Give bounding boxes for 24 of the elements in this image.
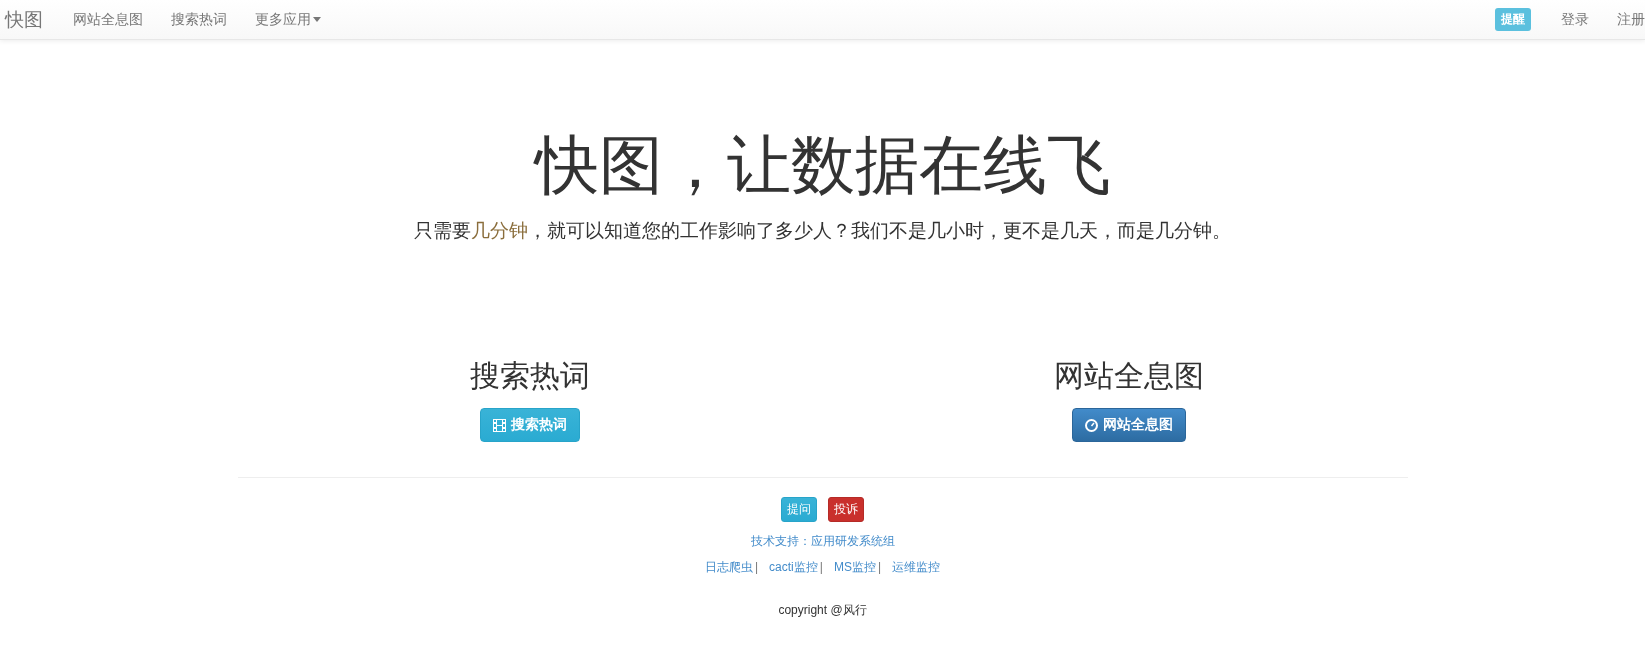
label-badge[interactable]: 投诉 bbox=[828, 497, 864, 522]
section-heading: 网站全息图 bbox=[1054, 358, 1204, 394]
section-heading: 搜索热词 bbox=[470, 358, 590, 394]
footer-link[interactable]: 日志爬虫 bbox=[704, 560, 753, 574]
label-badge[interactable]: 提问 bbox=[781, 497, 817, 522]
hero-subtitle: 只需要几分钟，就可以知道您的工作影响了多少人？我们不是几小时，更不是几天，而是几分钟。 bbox=[414, 219, 1231, 243]
separator-text: | bbox=[819, 560, 823, 574]
hero-title: 快图，让数据在线飞 bbox=[534, 128, 1111, 203]
separator-text: | bbox=[754, 560, 759, 574]
brand-logo[interactable]: 快图 bbox=[0, 6, 59, 33]
caret-icon bbox=[313, 17, 321, 22]
nav-link[interactable]: 注册 bbox=[1603, 10, 1645, 29]
footer-link[interactable]: MS监控 bbox=[833, 560, 876, 574]
copyright-text: copyright @风行 bbox=[778, 602, 867, 619]
nav-link[interactable]: 更多应用 bbox=[241, 10, 335, 29]
nav-link[interactable]: 搜索热词 bbox=[157, 10, 241, 29]
nav-link[interactable]: 网站全息图 bbox=[59, 10, 157, 29]
footer-link[interactable]: cacti监控 bbox=[769, 560, 818, 574]
nav-link[interactable]: 登录 bbox=[1547, 10, 1603, 29]
film-icon bbox=[493, 418, 506, 432]
separator-text: | bbox=[877, 560, 882, 574]
support-text: 技术支持：应用研发系统组 bbox=[750, 534, 895, 548]
footer-link[interactable]: 运维监控 bbox=[892, 560, 941, 574]
search-terms-button[interactable]: 搜索热词 bbox=[480, 408, 580, 442]
